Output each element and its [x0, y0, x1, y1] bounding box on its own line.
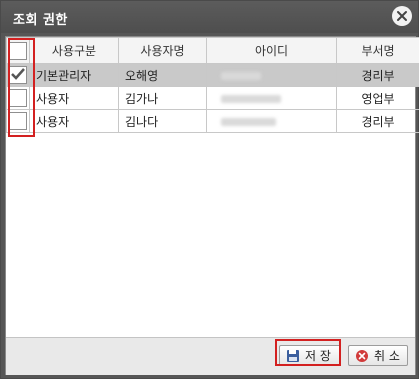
dialog-titlebar: 조회 권한 [1, 1, 418, 33]
row-checkbox[interactable] [9, 89, 27, 107]
row-checkbox[interactable] [9, 112, 27, 130]
cancel-button[interactable]: 취 소 [348, 345, 408, 366]
cell-name: 오해영 [118, 63, 207, 87]
column-header-type[interactable]: 사용구분 [29, 37, 119, 64]
dialog-footer: 저 장 취 소 [6, 337, 415, 375]
cell-name: 김가나 [118, 86, 207, 110]
cell-type: 사용자 [29, 86, 119, 110]
permission-grid: 사용구분 사용자명 아이디 부서명 기본관리자 오해영 경리부 사용자 김가나 … [6, 37, 419, 337]
table-row[interactable]: 기본관리자 오해영 경리부 [6, 63, 419, 87]
table-row[interactable]: 사용자 김가나 영업부 [6, 86, 419, 110]
cancel-x-icon [356, 349, 368, 362]
cell-dept: 경리부 [336, 63, 419, 87]
checkmark-icon [11, 68, 25, 80]
close-icon [397, 11, 407, 21]
column-header-dept[interactable]: 부서명 [336, 37, 419, 64]
table-header-row: 사용구분 사용자명 아이디 부서명 [6, 37, 419, 64]
select-all-cell [6, 37, 30, 64]
close-button[interactable] [392, 6, 412, 26]
cell-dept: 영업부 [336, 86, 419, 110]
save-button-highlight [275, 339, 341, 366]
cell-type: 사용자 [29, 109, 119, 133]
row-check-cell [6, 63, 30, 87]
cell-name: 김나다 [118, 109, 207, 133]
cell-id-redacted [206, 109, 337, 133]
dialog-title: 조회 권한 [13, 13, 68, 28]
row-checkbox[interactable] [9, 66, 27, 84]
row-check-cell [6, 86, 30, 110]
row-check-cell [6, 109, 30, 133]
cancel-button-label: 취 소 [374, 349, 400, 363]
dialog: 조회 권한 사용구분 사용자명 아이디 부서명 기본관리자 오해영 경리부 사용… [0, 0, 419, 379]
table-row[interactable]: 사용자 김나다 경리부 [6, 109, 419, 133]
cell-id-redacted [206, 86, 337, 110]
column-header-id[interactable]: 아이디 [206, 37, 337, 64]
cell-id-redacted [206, 63, 337, 87]
permission-table: 사용구분 사용자명 아이디 부서명 기본관리자 오해영 경리부 사용자 김가나 … [6, 37, 419, 133]
cell-dept: 경리부 [336, 109, 419, 133]
select-all-checkbox[interactable] [9, 41, 27, 60]
column-header-name[interactable]: 사용자명 [118, 37, 207, 64]
dialog-body: 사용구분 사용자명 아이디 부서명 기본관리자 오해영 경리부 사용자 김가나 … [5, 36, 419, 375]
cell-type: 기본관리자 [29, 63, 119, 87]
